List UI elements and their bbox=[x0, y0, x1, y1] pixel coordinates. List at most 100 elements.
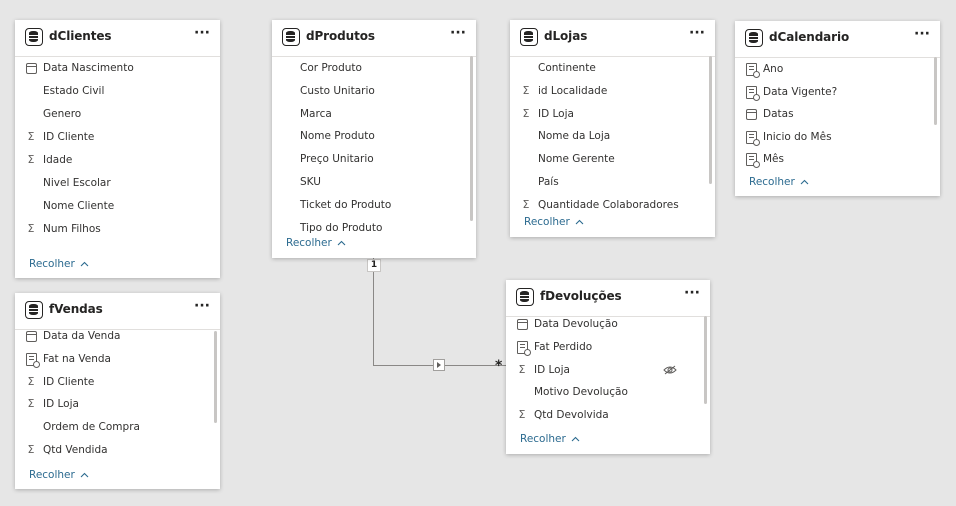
field-row[interactable]: Nome Cliente bbox=[15, 196, 220, 218]
collapse-label: Recolher bbox=[524, 216, 570, 228]
field-row[interactable]: Continente bbox=[510, 58, 715, 80]
field-label: Nome Produto bbox=[300, 130, 375, 143]
table-header[interactable]: dLojas ··· bbox=[510, 20, 715, 57]
field-row[interactable]: Datas bbox=[735, 104, 940, 126]
relationship-cardinality-one: 1 bbox=[367, 259, 381, 272]
chevron-up-icon bbox=[571, 436, 580, 442]
field-row[interactable]: País bbox=[510, 172, 715, 194]
field-row[interactable]: Data Vigente? bbox=[735, 82, 940, 104]
scrollbar[interactable] bbox=[934, 57, 937, 125]
collapse-link[interactable]: Recolher bbox=[29, 258, 89, 270]
field-row[interactable]: Σ Quantidade Colaboradores bbox=[510, 195, 715, 217]
field-label: ID Cliente bbox=[43, 131, 95, 143]
field-label: Data Nascimento bbox=[43, 62, 134, 74]
field-row[interactable]: Data da Venda bbox=[15, 326, 220, 348]
field-row[interactable]: Σ ID Loja bbox=[506, 360, 710, 382]
scrollbar[interactable] bbox=[704, 316, 707, 404]
table-icon bbox=[516, 288, 534, 306]
table-header[interactable]: fDevoluções ··· bbox=[506, 280, 710, 317]
table-header[interactable]: dClientes ··· bbox=[15, 20, 220, 57]
table-card-dclientes[interactable]: dClientes ··· Data Nascimento Estado Civi… bbox=[15, 20, 220, 278]
field-row[interactable]: Σ ID Loja bbox=[15, 394, 220, 416]
field-label: Data Devolução bbox=[534, 318, 618, 330]
table-header[interactable]: dCalendario ··· bbox=[735, 21, 940, 58]
more-options-button[interactable]: ··· bbox=[682, 286, 702, 304]
field-label: Fat Perdido bbox=[534, 340, 593, 353]
field-row[interactable]: Ordem de Compra bbox=[15, 417, 220, 439]
collapse-label: Recolher bbox=[749, 176, 795, 188]
more-options-button[interactable]: ··· bbox=[192, 299, 212, 317]
field-label: Data da Venda bbox=[43, 330, 121, 342]
hidden-eye-icon[interactable] bbox=[663, 365, 677, 375]
field-row[interactable]: Nome da Loja bbox=[510, 126, 715, 148]
scrollbar[interactable] bbox=[709, 56, 712, 184]
field-row[interactable]: Fat Perdido bbox=[506, 337, 710, 359]
field-row[interactable]: Ticket do Produto bbox=[272, 195, 476, 217]
scrollbar[interactable] bbox=[470, 56, 473, 221]
collapse-label: Recolher bbox=[29, 258, 75, 270]
table-card-fvendas[interactable]: fVendas ··· Data da Venda Fat na Venda Σ ID… bbox=[15, 293, 220, 489]
table-header[interactable]: dProdutos ··· bbox=[272, 20, 476, 57]
field-label: Datas bbox=[763, 108, 794, 120]
sigma-icon: Σ bbox=[27, 374, 35, 388]
field-row[interactable]: Σ Idade bbox=[15, 150, 220, 172]
scrollbar[interactable] bbox=[214, 331, 217, 423]
table-card-dlojas[interactable]: dLojas ··· Continente Σid Localidade Σ ID L… bbox=[510, 20, 715, 237]
collapse-link[interactable]: Recolher bbox=[29, 469, 89, 481]
table-card-fdevolucoes[interactable]: fDevoluções ··· Data Devolução Fat Perdid… bbox=[506, 280, 710, 454]
collapse-link[interactable]: Recolher bbox=[520, 433, 580, 445]
table-icon bbox=[520, 28, 538, 46]
collapse-link[interactable]: Recolher bbox=[749, 176, 809, 188]
field-row[interactable]: Data Devolução bbox=[506, 314, 710, 336]
field-row[interactable]: Nome Gerente bbox=[510, 149, 715, 171]
more-options-button[interactable]: ··· bbox=[687, 26, 707, 44]
field-row[interactable]: Motivo Devolução bbox=[506, 382, 710, 404]
field-row[interactable]: Estado Civil bbox=[15, 81, 220, 103]
field-row[interactable]: Σ ID Cliente bbox=[15, 127, 220, 149]
field-row[interactable]: Σ ID Cliente bbox=[15, 372, 220, 394]
field-row[interactable]: Σid Localidade bbox=[510, 81, 715, 103]
field-row[interactable]: Σ Num Filhos bbox=[15, 219, 220, 241]
table-header[interactable]: fVendas ··· bbox=[15, 293, 220, 330]
chevron-up-icon bbox=[80, 472, 89, 478]
field-row[interactable]: Fat na Venda bbox=[15, 349, 220, 371]
relationship-direction-arrow-icon[interactable] bbox=[433, 359, 445, 371]
field-label: Preço Unitario bbox=[300, 153, 374, 166]
field-row[interactable]: Marca bbox=[272, 104, 476, 126]
field-row[interactable]: Σ ID Loja bbox=[510, 104, 715, 126]
table-card-dprodutos[interactable]: dProdutos ··· Cor Produto Custo Unitario M… bbox=[272, 20, 476, 258]
calculated-column-icon bbox=[26, 352, 40, 368]
collapse-link[interactable]: Recolher bbox=[272, 237, 476, 258]
field-row[interactable]: Inicio do Mês bbox=[735, 127, 940, 149]
field-row[interactable]: SKU bbox=[272, 172, 476, 194]
field-label: ID Loja bbox=[534, 363, 570, 376]
field-row[interactable]: Nivel Escolar bbox=[15, 173, 220, 195]
field-row[interactable]: Preço Unitario bbox=[272, 149, 476, 171]
field-row[interactable]: Mês bbox=[735, 149, 940, 171]
field-row[interactable]: Nome Produto bbox=[272, 126, 476, 148]
field-label: ID Loja bbox=[43, 398, 79, 411]
collapse-link[interactable]: Recolher bbox=[524, 216, 584, 228]
field-row[interactable]: Σ Qtd Vendida bbox=[15, 440, 220, 462]
field-row[interactable]: Custo Unitario bbox=[272, 81, 476, 103]
more-options-button[interactable]: ··· bbox=[912, 27, 932, 45]
sigma-icon: Σ bbox=[518, 408, 526, 422]
table-card-dcalendario[interactable]: dCalendario ··· Ano Data Vigente? Datas Ini… bbox=[735, 21, 940, 196]
field-label: Quantidade Colaboradores bbox=[538, 198, 679, 211]
field-row[interactable]: Data Nascimento bbox=[15, 58, 220, 80]
collapse-label: Recolher bbox=[520, 433, 566, 445]
sigma-icon: Σ bbox=[27, 222, 35, 235]
field-row[interactable]: Genero bbox=[15, 104, 220, 126]
calculated-column-icon bbox=[517, 340, 531, 356]
calculated-column-icon bbox=[746, 130, 760, 146]
sigma-icon: Σ bbox=[27, 443, 35, 456]
field-row[interactable]: Cor Produto bbox=[272, 58, 476, 80]
more-options-button[interactable]: ··· bbox=[448, 26, 468, 44]
chevron-up-icon bbox=[80, 261, 89, 267]
relationship-line-vertical[interactable] bbox=[373, 258, 374, 366]
more-options-button[interactable]: ··· bbox=[192, 26, 212, 44]
field-row[interactable]: Σ Qtd Devolvida bbox=[506, 405, 710, 427]
field-row[interactable]: Ano bbox=[735, 59, 940, 81]
field-label: ID Loja bbox=[538, 107, 574, 120]
field-label: Tipo do Produto bbox=[300, 221, 383, 234]
